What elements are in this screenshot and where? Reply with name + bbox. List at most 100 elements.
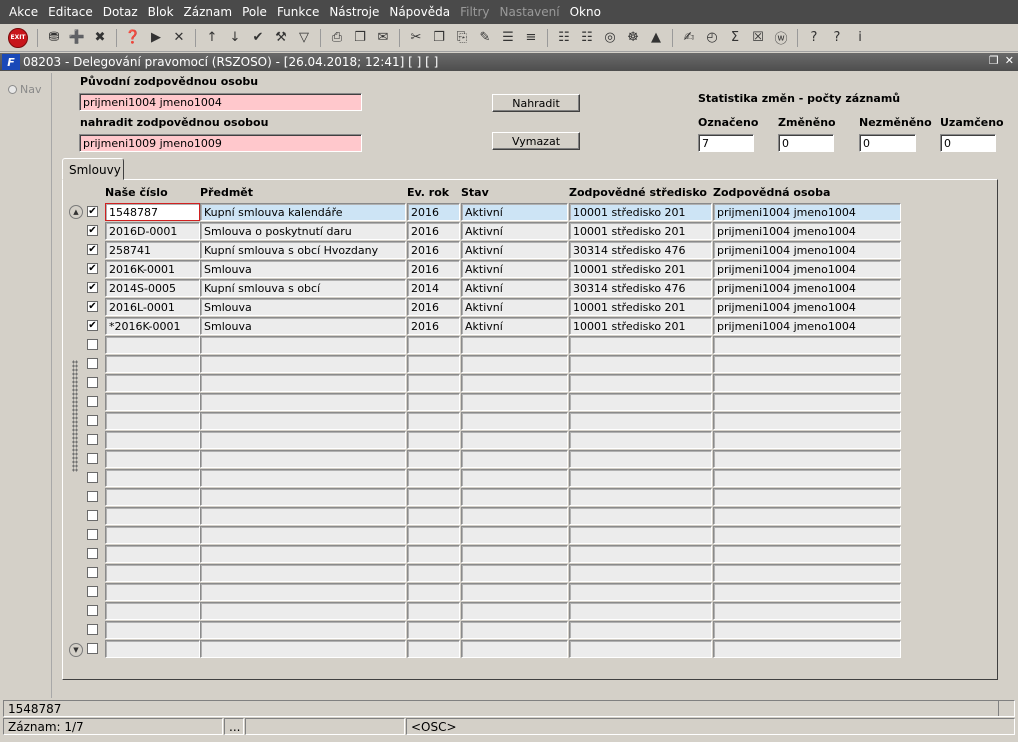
table-cell[interactable] (105, 526, 200, 544)
table-cell[interactable] (407, 393, 460, 411)
row-checkbox[interactable] (87, 624, 98, 635)
menu-akce[interactable]: Akce (4, 5, 43, 19)
wrench-icon[interactable]: ⚒ (270, 27, 292, 49)
clock-icon[interactable]: ◴ (701, 27, 723, 49)
table-cell[interactable]: prijmeni1004 jmeno1004 (713, 203, 901, 221)
globe-icon[interactable]: ◎ (599, 27, 621, 49)
table-row[interactable] (0, 545, 1018, 564)
table-cell[interactable] (407, 488, 460, 506)
row-checkbox-checked[interactable]: ✔ (87, 282, 98, 293)
document-icon[interactable]: ☷ (576, 27, 598, 49)
table-cell[interactable] (407, 469, 460, 487)
row-checkbox-checked[interactable]: ✔ (87, 320, 98, 331)
table-row[interactable] (0, 621, 1018, 640)
table-cell[interactable]: 10001 středisko 201 (569, 298, 712, 316)
table-row[interactable] (0, 507, 1018, 526)
menu-zaznam[interactable]: Záznam (179, 5, 238, 19)
table-cell[interactable]: *2016K-0001 (105, 317, 200, 335)
row-checkbox[interactable] (87, 605, 98, 616)
table-cell[interactable] (200, 450, 406, 468)
row-checkbox[interactable] (87, 339, 98, 350)
table-row[interactable] (0, 450, 1018, 469)
table-cell[interactable] (569, 545, 712, 563)
copy-icon[interactable]: ❐ (428, 27, 450, 49)
row-checkbox[interactable] (87, 567, 98, 578)
table-row[interactable]: ✔ 2016D-0001 Smlouva o poskytnutí daru 2016… (0, 222, 1018, 241)
table-cell[interactable] (461, 621, 568, 639)
execute-query-icon[interactable]: ▶ (145, 27, 167, 49)
sign-icon[interactable]: ✍ (678, 27, 700, 49)
table-cell[interactable]: Aktivní (461, 317, 568, 335)
table-cell[interactable] (569, 469, 712, 487)
table-row[interactable]: ✔ 258741 Kupní smlouva s obcí Hvozdany 2016… (0, 241, 1018, 260)
table-cell[interactable] (569, 450, 712, 468)
table-cell[interactable] (200, 583, 406, 601)
table-cell[interactable]: 258741 (105, 241, 200, 259)
table-cell[interactable] (407, 507, 460, 525)
table-cell[interactable] (200, 374, 406, 392)
table-cell[interactable] (200, 564, 406, 582)
table-cell[interactable] (569, 393, 712, 411)
table-cell[interactable] (569, 412, 712, 430)
sort-asc-icon[interactable]: ↑ (201, 27, 223, 49)
table-cell[interactable]: Kupní smlouva s obcí Hvozdany (200, 241, 406, 259)
table-cell[interactable] (713, 621, 901, 639)
row-checkbox[interactable] (87, 529, 98, 540)
table-cell[interactable] (461, 640, 568, 658)
table-cell[interactable] (461, 374, 568, 392)
menu-okno[interactable]: Okno (565, 5, 606, 19)
table-cell[interactable] (200, 431, 406, 449)
table-cell[interactable]: prijmeni1004 jmeno1004 (713, 317, 901, 335)
clear-button[interactable]: Vymazat (492, 132, 580, 150)
mountain-icon[interactable]: ▲ (645, 27, 667, 49)
row-checkbox[interactable] (87, 643, 98, 654)
table-cell[interactable] (569, 507, 712, 525)
table-cell[interactable] (105, 412, 200, 430)
delete-record-icon[interactable]: ✖ (89, 27, 111, 49)
table-cell[interactable] (461, 488, 568, 506)
nav-radio-icon[interactable] (8, 85, 17, 94)
table-cell[interactable] (200, 640, 406, 658)
table-cell[interactable] (461, 355, 568, 373)
row-checkbox[interactable] (87, 472, 98, 483)
table-cell[interactable] (105, 336, 200, 354)
table-cell[interactable]: prijmeni1004 jmeno1004 (713, 260, 901, 278)
menu-filtry[interactable]: Filtry (455, 5, 494, 19)
table-row[interactable]: ✔ *2016K-0001 Smlouva 2016 Aktivní 10001 stře… (0, 317, 1018, 336)
replace-button[interactable]: Nahradit (492, 94, 580, 112)
help-context-icon[interactable]: ? (826, 27, 848, 49)
table-cell[interactable] (713, 640, 901, 658)
table-cell[interactable]: 2016K-0001 (105, 260, 200, 278)
table-cell[interactable] (200, 412, 406, 430)
table-cell[interactable] (713, 545, 901, 563)
print-icon[interactable]: ⎙ (326, 27, 348, 49)
row-checkbox[interactable] (87, 396, 98, 407)
table-cell[interactable] (200, 336, 406, 354)
table-cell[interactable] (569, 355, 712, 373)
scroll-up-icon[interactable]: ▲ (69, 205, 83, 219)
table-cell[interactable] (461, 336, 568, 354)
table-cell[interactable] (569, 431, 712, 449)
table-row[interactable] (0, 602, 1018, 621)
table-cell[interactable]: 30314 středisko 476 (569, 241, 712, 259)
table-cell[interactable]: prijmeni1004 jmeno1004 (713, 241, 901, 259)
table-cell[interactable]: prijmeni1004 jmeno1004 (713, 279, 901, 297)
row-checkbox[interactable] (87, 548, 98, 559)
table-cell[interactable]: 10001 středisko 201 (569, 317, 712, 335)
table-cell[interactable] (713, 450, 901, 468)
table-cell[interactable] (407, 526, 460, 544)
table-cell[interactable] (407, 583, 460, 601)
table-cell[interactable] (713, 583, 901, 601)
filter-icon[interactable]: ▽ (293, 27, 315, 49)
table-cell[interactable]: prijmeni1004 jmeno1004 (713, 298, 901, 316)
cut-icon[interactable]: ✂ (405, 27, 427, 49)
menu-blok[interactable]: Blok (143, 5, 179, 19)
new-record-icon[interactable]: ➕ (66, 27, 88, 49)
table-cell[interactable] (461, 393, 568, 411)
table-cell[interactable]: Smlouva (200, 298, 406, 316)
table-cell[interactable] (569, 640, 712, 658)
table-cell[interactable]: prijmeni1004 jmeno1004 (713, 222, 901, 240)
table-cell[interactable] (461, 431, 568, 449)
table-cell[interactable] (200, 507, 406, 525)
ship-wheel-icon[interactable]: ☸ (622, 27, 644, 49)
